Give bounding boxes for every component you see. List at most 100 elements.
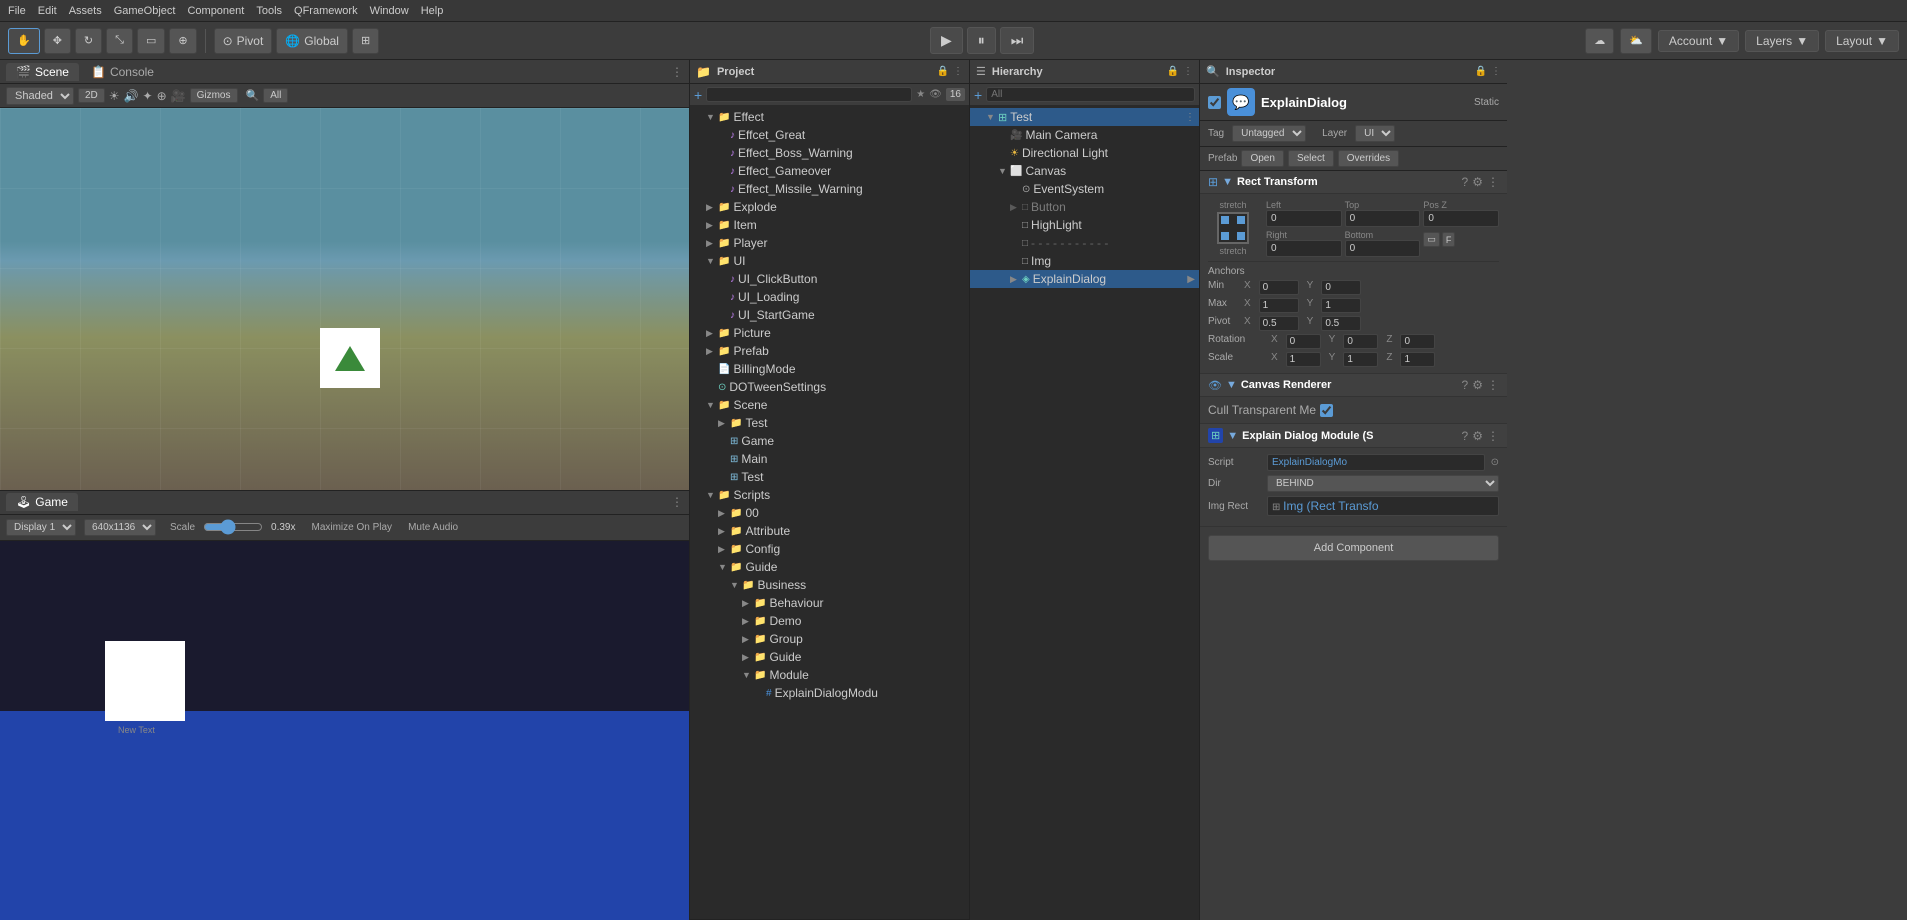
list-item[interactable]: # ExplainDialogModu — [690, 684, 969, 702]
dir-select[interactable]: BEHIND — [1267, 475, 1499, 492]
menu-assets[interactable]: Assets — [69, 5, 102, 17]
hierarchy-search-input[interactable] — [986, 87, 1195, 102]
collab-btn[interactable]: ☁ — [1585, 28, 1614, 54]
mute-label[interactable]: Mute Audio — [408, 522, 458, 533]
rot-x-input[interactable] — [1286, 334, 1321, 349]
list-item[interactable]: ▼ 📁 Business — [690, 576, 969, 594]
list-item[interactable]: ▶ 📁 Group — [690, 630, 969, 648]
list-item[interactable]: ▶ 📁 Test — [690, 414, 969, 432]
scale-slider[interactable] — [203, 520, 263, 534]
list-item[interactable]: ▼ ⊞ Test ⋮ — [970, 108, 1199, 126]
list-item[interactable]: ♪ UI_ClickButton — [690, 270, 969, 288]
lock-icon[interactable]: 🔒 — [937, 66, 949, 77]
list-item[interactable]: ▼ 📁 Module — [690, 666, 969, 684]
add-component-btn[interactable]: Add Component — [1208, 535, 1499, 561]
list-item[interactable]: ▶ 📁 Picture — [690, 324, 969, 342]
audio-icon[interactable]: 🔊 — [124, 89, 139, 103]
list-item[interactable]: ▼ 📁 Effect — [690, 108, 969, 126]
menu-help[interactable]: Help — [421, 5, 444, 17]
list-item[interactable]: ♪ Effcet_Great — [690, 126, 969, 144]
scale-tool-btn[interactable]: ⤡ — [106, 28, 133, 54]
list-item[interactable]: ▼ 📁 Scripts — [690, 486, 969, 504]
scene-tab[interactable]: 🎬 Scene — [6, 63, 79, 81]
menu-file[interactable]: File — [8, 5, 26, 17]
hand-tool-btn[interactable]: ✋ — [8, 28, 40, 54]
inspector-active-checkbox[interactable] — [1208, 96, 1221, 109]
camera-icon[interactable]: 🎥 — [171, 89, 186, 103]
scene-tab-menu-btn[interactable]: ⋮ — [671, 65, 683, 79]
list-item[interactable]: ▶ 📁 Demo — [690, 612, 969, 630]
em-overflow-icon[interactable]: ⋮ — [1487, 429, 1499, 443]
imgrect-value[interactable]: ⊞ Img (Rect Transfo — [1267, 496, 1499, 516]
gizmos-btn[interactable]: Gizmos — [190, 88, 238, 103]
transform-tool-btn[interactable]: ⊕ — [169, 28, 196, 54]
menu-qframework[interactable]: QFramework — [294, 5, 358, 17]
pause-btn[interactable]: ⏸ — [967, 27, 996, 54]
cr-overflow-icon[interactable]: ⋮ — [1487, 378, 1499, 392]
list-item[interactable]: ▶ 📁 Behaviour — [690, 594, 969, 612]
maximize-label[interactable]: Maximize On Play — [311, 522, 392, 533]
list-item[interactable]: ♪ UI_StartGame — [690, 306, 969, 324]
list-item[interactable]: ▶ □ Button — [970, 198, 1199, 216]
list-item[interactable]: ▶ 📁 00 — [690, 504, 969, 522]
rect-btn-2[interactable]: F — [1442, 232, 1456, 247]
list-item[interactable]: ⊙ EventSystem — [970, 180, 1199, 198]
explain-module-header[interactable]: ⊞ ▼ Explain Dialog Module (S ? ⚙ ⋮ — [1200, 424, 1507, 448]
list-item[interactable]: ⊞ Test — [690, 468, 969, 486]
script-value[interactable]: ExplainDialogMo — [1267, 454, 1485, 471]
list-item[interactable]: ♪ Effect_Missile_Warning — [690, 180, 969, 198]
list-item[interactable]: ▶ ◈ ExplainDialog ▶ — [970, 270, 1199, 288]
list-item[interactable]: 📄 BillingMode — [690, 360, 969, 378]
cr-help-icon[interactable]: ? — [1462, 378, 1469, 392]
left-input[interactable] — [1266, 210, 1342, 227]
cloud-btn[interactable]: ⛅ — [1620, 28, 1652, 54]
add-icon[interactable]: + — [694, 87, 702, 103]
hierarchy-add-icon[interactable]: + — [974, 87, 982, 103]
extra-tool-btn[interactable]: ⊞ — [352, 28, 379, 54]
open-btn[interactable]: Open — [1241, 150, 1283, 167]
canvas-renderer-header[interactable]: 👁 ▼ Canvas Renderer ? ⚙ ⋮ — [1200, 374, 1507, 397]
inspector-obj-name[interactable]: ExplainDialog — [1261, 95, 1468, 110]
menu-component[interactable]: Component — [187, 5, 244, 17]
list-item[interactable]: ▶ 📁 Attribute — [690, 522, 969, 540]
layer-select[interactable]: UI — [1355, 125, 1395, 142]
list-item[interactable]: ♪ Effect_Boss_Warning — [690, 144, 969, 162]
list-item[interactable]: ▶ 📁 Guide — [690, 648, 969, 666]
bottom-input[interactable] — [1345, 240, 1421, 257]
layers-btn[interactable]: Layers ▼ — [1745, 30, 1819, 52]
lighting-icon[interactable]: ☀ — [109, 89, 120, 103]
star-icon[interactable]: ★ — [916, 89, 925, 100]
list-item[interactable]: ⊞ Game — [690, 432, 969, 450]
global-btn[interactable]: 🌐 Global — [276, 28, 348, 54]
game-tab-menu-btn[interactable]: ⋮ — [671, 495, 683, 509]
inspector-lock-icon[interactable]: 🔒 — [1475, 66, 1487, 77]
em-settings-icon[interactable]: ⚙ — [1472, 429, 1483, 443]
list-item[interactable]: ▼ 📁 Guide — [690, 558, 969, 576]
list-item[interactable]: ▼ 📁 UI — [690, 252, 969, 270]
hierarchy-lock-icon[interactable]: 🔒 — [1167, 66, 1179, 77]
cull-checkbox[interactable] — [1320, 404, 1333, 417]
top-input[interactable] — [1345, 210, 1421, 227]
move-tool-btn[interactable]: ✥ — [44, 28, 71, 54]
cr-settings-icon[interactable]: ⚙ — [1472, 378, 1483, 392]
list-item[interactable]: □ Img — [970, 252, 1199, 270]
list-item[interactable]: ▶ 📁 Explode — [690, 198, 969, 216]
list-item[interactable]: ♪ Effect_Gameover — [690, 162, 969, 180]
list-item[interactable]: ▶ 📁 Config — [690, 540, 969, 558]
max-x-input[interactable] — [1259, 298, 1299, 313]
project-search-input[interactable] — [706, 87, 912, 102]
hierarchy-nav-icon[interactable]: ▶ — [1187, 274, 1195, 285]
scale-y-input[interactable] — [1343, 352, 1378, 367]
em-help-icon[interactable]: ? — [1462, 429, 1469, 443]
min-x-input[interactable] — [1259, 280, 1299, 295]
layout-btn[interactable]: Layout ▼ — [1825, 30, 1899, 52]
tag-select[interactable]: Untagged — [1232, 125, 1306, 142]
2d-btn[interactable]: 2D — [78, 88, 105, 103]
right-input[interactable] — [1266, 240, 1342, 257]
all-btn[interactable]: All — [263, 88, 288, 103]
list-item[interactable]: ☀ Directional Light — [970, 144, 1199, 162]
inspector-menu-icon[interactable]: ⋮ — [1491, 66, 1501, 77]
account-btn[interactable]: Account ▼ — [1658, 30, 1739, 52]
display-select[interactable]: Display 1 — [6, 519, 76, 536]
rotate-tool-btn[interactable]: ↻ — [75, 28, 102, 54]
